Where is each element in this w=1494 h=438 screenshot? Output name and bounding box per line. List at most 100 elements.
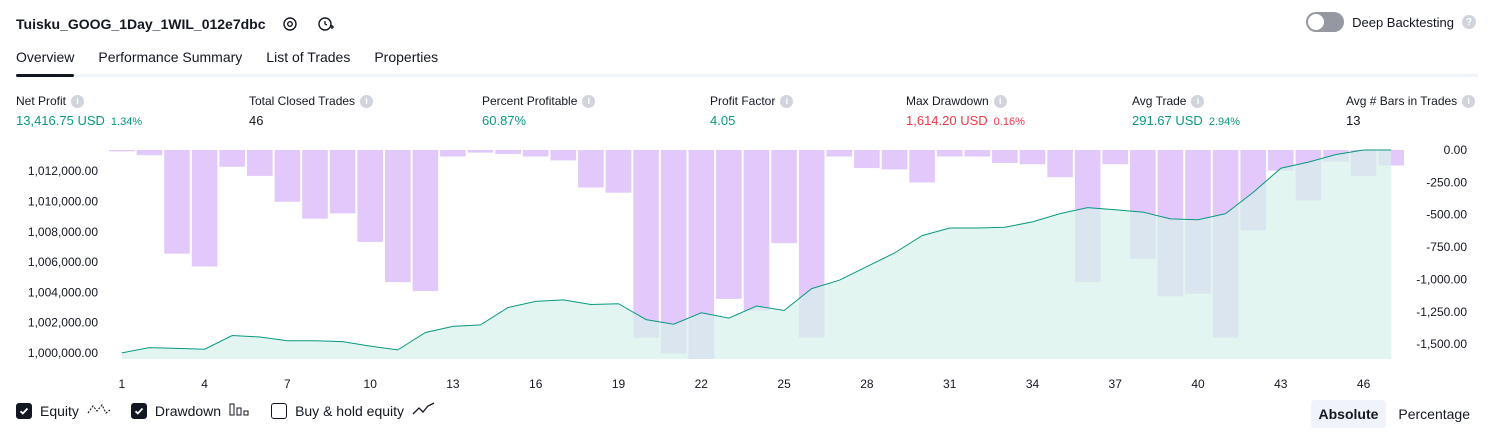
x-axis-tick-label: 16 xyxy=(529,377,543,391)
buy-hold-checkbox[interactable] xyxy=(271,402,288,419)
metric-value: 13 xyxy=(1346,113,1361,128)
x-axis-tick-label: 10 xyxy=(364,377,378,391)
drawdown-bar xyxy=(274,150,301,202)
legend-buy-hold-equity[interactable]: Buy & hold equity xyxy=(271,402,436,419)
drawdown-bar xyxy=(854,150,880,169)
metric-label: Avg Trade xyxy=(1132,94,1187,108)
tab-performance-summary[interactable]: Performance Summary xyxy=(98,46,242,74)
left-axis-tick-label: 1,012,000.00 xyxy=(28,164,98,178)
drawdown-bar xyxy=(1047,150,1073,178)
equity-drawdown-chart: 1,012,000.00 1,010,000.00 1,008,000.00 1,00… xyxy=(28,143,1468,391)
x-axis-tick-label: 43 xyxy=(1274,377,1288,391)
x-axis-tick-label: 40 xyxy=(1191,377,1205,391)
info-icon[interactable]: i xyxy=(1462,94,1476,108)
strategy-title: Tuisku_GOOG_1Day_1WIL_012e7dbc xyxy=(16,16,266,32)
right-axis-tick-label: -1,000.00 xyxy=(1416,273,1467,287)
metric-profit-factor: Profit Factor i 4.05 xyxy=(710,93,794,128)
buy-hold-line-icon xyxy=(412,402,436,419)
metric-label: Avg # Bars in Trades xyxy=(1346,94,1458,108)
right-axis-tick-label: -250.00 xyxy=(1426,175,1467,189)
tab-overview[interactable]: Overview xyxy=(16,46,75,77)
info-icon[interactable]: i xyxy=(582,94,596,108)
drawdown-bar xyxy=(219,150,245,167)
tab-list-of-trades[interactable]: List of Trades xyxy=(266,46,350,74)
x-axis-tick-label: 4 xyxy=(201,377,208,391)
settings-icon[interactable] xyxy=(278,12,302,36)
x-axis-tick-label: 22 xyxy=(695,377,709,391)
drawdown-checkbox[interactable] xyxy=(130,402,147,419)
legend-equity[interactable]: Equity xyxy=(16,402,111,419)
info-icon[interactable]: i xyxy=(993,94,1007,108)
tab-bar: Overview Performance Summary List of Tra… xyxy=(16,46,1478,77)
drawdown-bar xyxy=(136,150,163,156)
drawdown-bar xyxy=(936,150,963,157)
x-axis-tick-label: 46 xyxy=(1357,377,1371,391)
percentage-mode-button[interactable]: Percentage xyxy=(1390,400,1478,428)
info-icon[interactable]: i xyxy=(360,94,374,108)
drawdown-bar xyxy=(1019,150,1046,165)
drawdown-bar xyxy=(881,150,908,170)
left-axis-tick-label: 1,010,000.00 xyxy=(28,195,98,209)
left-axis-tick-label: 1,002,000.00 xyxy=(28,316,98,330)
drawdown-bar xyxy=(164,150,190,254)
drawdown-bar xyxy=(716,150,742,299)
drawdown-bar xyxy=(191,150,218,267)
info-icon[interactable]: i xyxy=(1191,94,1205,108)
drawdown-bar xyxy=(357,150,383,242)
drawdown-bar xyxy=(329,150,356,214)
drawdown-bar xyxy=(992,150,1018,163)
metric-avg-bars: Avg # Bars in Trades i 13 xyxy=(1346,93,1476,128)
left-axis-tick-label: 1,000,000.00 xyxy=(28,346,98,360)
metric-value: 291.67 USD xyxy=(1132,113,1203,128)
tab-properties[interactable]: Properties xyxy=(374,46,438,74)
x-axis-tick-label: 28 xyxy=(860,377,874,391)
info-icon[interactable]: i xyxy=(71,94,85,108)
metric-avg-trade: Avg Trade i 291.67 USD 2.94% xyxy=(1132,93,1240,128)
metric-label: Percent Profitable xyxy=(482,94,578,108)
drawdown-bar xyxy=(964,150,991,157)
drawdown-bar xyxy=(440,150,466,157)
metric-max-drawdown: Max Drawdown i 1,614.20 USD 0.16% xyxy=(906,93,1025,128)
right-axis-tick-label: 0.00 xyxy=(1444,143,1468,157)
left-axis-tick-label: 1,008,000.00 xyxy=(28,225,98,239)
drawdown-bar xyxy=(550,150,577,161)
header: Tuisku_GOOG_1Day_1WIL_012e7dbc xyxy=(16,10,338,38)
drawdown-bar xyxy=(109,150,135,152)
metric-label: Profit Factor xyxy=(710,94,776,108)
left-axis-tick-label: 1,006,000.00 xyxy=(28,255,98,269)
metric-label: Net Profit xyxy=(16,94,67,108)
legend-label: Buy & hold equity xyxy=(295,402,405,419)
deep-backtesting-label: Deep Backtesting xyxy=(1352,14,1454,30)
x-axis-tick-label: 37 xyxy=(1109,377,1123,391)
legend-drawdown[interactable]: Drawdown xyxy=(130,402,251,419)
add-alert-icon[interactable] xyxy=(314,12,338,36)
mode-switch: Absolute Percentage xyxy=(1310,400,1479,428)
deep-backtesting: Deep Backtesting ? xyxy=(1306,12,1476,32)
deep-backtesting-toggle[interactable] xyxy=(1306,12,1345,32)
help-icon[interactable]: ? xyxy=(1462,15,1476,29)
absolute-mode-button[interactable]: Absolute xyxy=(1310,400,1387,428)
x-axis-tick-label: 34 xyxy=(1026,377,1040,391)
drawdown-bar xyxy=(522,150,549,157)
info-icon[interactable]: i xyxy=(780,94,794,108)
x-axis-tick-label: 19 xyxy=(612,377,626,391)
x-axis-tick-label: 25 xyxy=(777,377,791,391)
metric-percent-profitable: Percent Profitable i 60.87% xyxy=(482,93,596,128)
equity-checkbox[interactable] xyxy=(16,402,32,419)
metric-value: 1,614.20 USD xyxy=(906,113,988,128)
right-axis-tick-label: -1,500.00 xyxy=(1416,337,1467,351)
x-axis-tick-label: 1 xyxy=(118,377,125,391)
drawdown-bar xyxy=(605,150,632,193)
metric-total-closed-trades: Total Closed Trades i 46 xyxy=(249,93,374,128)
metric-label: Max Drawdown xyxy=(906,94,989,108)
drawdown-bar xyxy=(495,150,521,154)
legend-label: Drawdown xyxy=(154,402,222,419)
x-axis-tick-label: 31 xyxy=(943,377,957,391)
metric-percent: 0.16% xyxy=(993,116,1025,128)
drawdown-bar xyxy=(743,150,770,311)
legend-label: Equity xyxy=(40,402,79,419)
drawdown-bar xyxy=(412,150,439,292)
metric-value: 4.05 xyxy=(710,113,736,128)
drawdown-bar xyxy=(302,150,328,219)
right-axis-tick-label: -500.00 xyxy=(1426,208,1467,222)
